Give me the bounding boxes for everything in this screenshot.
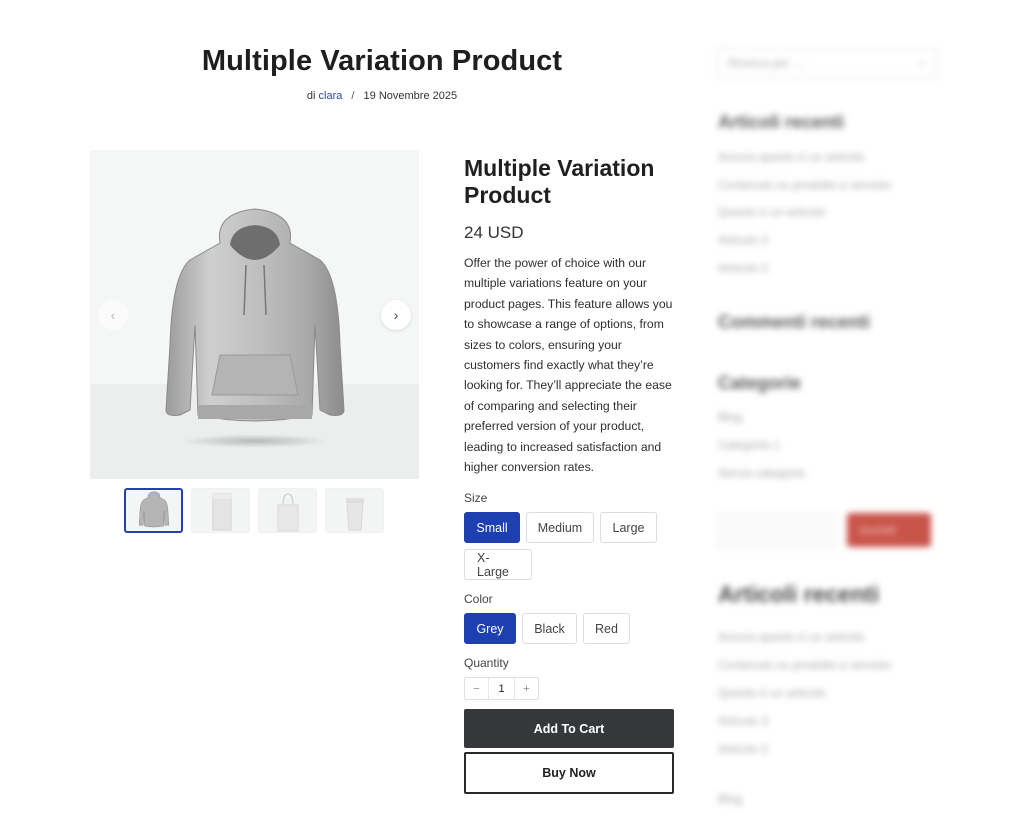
thumbnail-paper-bag-handles[interactable]	[258, 488, 317, 533]
hoodie-image	[165, 208, 345, 422]
size-option-medium[interactable]: Medium	[526, 512, 594, 543]
categories-heading: Categorie	[718, 373, 802, 393]
recent-posts-heading: Articoli recenti	[718, 112, 845, 132]
size-option-small[interactable]: Small	[464, 512, 520, 543]
gallery-prev-button[interactable]: ‹	[98, 300, 128, 330]
buy-now-button[interactable]: Buy Now	[464, 752, 674, 794]
gallery-thumbnails	[124, 488, 384, 533]
size-option-x-large[interactable]: X-Large	[464, 549, 532, 580]
size-selector: Size Small Medium Large X-Large	[464, 491, 684, 580]
chevron-left-icon: ‹	[110, 307, 116, 323]
product-description: Offer the power of choice with our multi…	[464, 256, 673, 475]
category-link[interactable]: Blog	[718, 410, 742, 424]
paper-cup-icon	[345, 498, 364, 531]
color-option-grey[interactable]: Grey	[464, 613, 516, 644]
product-price: 24 USD	[464, 223, 524, 242]
sidebar-form-input[interactable]	[718, 512, 836, 548]
meta-prefix: di	[306, 90, 316, 102]
product-summary: Multiple Variation Product 24 USD Offer …	[464, 155, 676, 477]
category-link[interactable]: Categoria 1	[718, 438, 780, 452]
quantity-decrease-button[interactable]: −	[465, 678, 488, 699]
thumbnail-paper-bag-front[interactable]	[191, 488, 250, 533]
sidebar-search-input[interactable]: Ricerca per … ⌕	[717, 48, 937, 78]
recent-post-link[interactable]: Articolo 2	[718, 742, 768, 756]
hoodie-thumb-icon	[138, 491, 169, 528]
recent-post-link[interactable]: Articolo 3	[718, 233, 768, 247]
quantity-selector: Quantity − 1 +	[464, 656, 684, 700]
thumbnail-paper-cup[interactable]	[325, 488, 384, 533]
product-gallery[interactable]: ‹ ›	[90, 150, 419, 479]
color-option-red[interactable]: Red	[583, 613, 630, 644]
search-icon[interactable]: ⌕	[919, 55, 926, 71]
recent-post-link[interactable]: Ancora questo è un articolo	[718, 630, 864, 644]
gallery-next-button[interactable]: ›	[381, 300, 411, 330]
shopping-bag-icon	[277, 493, 298, 532]
color-label: Color	[464, 592, 493, 606]
paper-bag-icon	[212, 493, 231, 531]
recent-comments-heading: Commenti recenti	[718, 312, 871, 332]
page-title: Multiple Variation Product	[201, 45, 563, 77]
recent-post-link[interactable]: Articolo 2	[718, 261, 768, 275]
sidebar-subscribe-button[interactable]: Iscriviti	[847, 513, 931, 547]
recent-post-link[interactable]: Questo è un articolo	[718, 205, 825, 219]
post-meta: di clara / 19 Novembre 2025	[90, 90, 674, 102]
recent-post-link[interactable]: Contenuto su prodotto e servizio	[718, 658, 891, 672]
quantity-increase-button[interactable]: +	[515, 678, 538, 699]
quantity-input[interactable]: 1	[488, 678, 515, 699]
recent-post-link[interactable]: Ancora questo è un articolo	[718, 150, 864, 164]
quantity-label: Quantity	[464, 656, 509, 670]
recent-posts-heading-2: Articoli recenti	[718, 581, 880, 607]
author-link[interactable]: clara	[319, 90, 343, 102]
product-title: Multiple Variation Product	[464, 155, 655, 208]
recent-post-link[interactable]: Contenuto su prodotto e servizio	[718, 178, 891, 192]
color-option-black[interactable]: Black	[522, 613, 577, 644]
chevron-right-icon: ›	[393, 307, 399, 323]
quantity-stepper: − 1 +	[464, 677, 539, 700]
size-label: Size	[464, 491, 488, 505]
meta-separator: /	[351, 90, 355, 102]
category-link[interactable]: Senza categoria	[718, 466, 805, 480]
color-selector: Color Grey Black Red	[464, 592, 684, 644]
recent-post-link[interactable]: Questo è un articolo	[718, 686, 825, 700]
add-to-cart-button[interactable]: Add To Cart	[464, 709, 674, 748]
thumbnail-hoodie[interactable]	[124, 488, 183, 533]
size-option-large[interactable]: Large	[600, 512, 657, 543]
footer-blog-link[interactable]: Blog	[718, 792, 742, 806]
search-placeholder: Ricerca per …	[728, 56, 805, 70]
recent-post-link[interactable]: Articolo 3	[718, 714, 768, 728]
sidebar: Ricerca per … ⌕ Articoli recenti Ancora …	[712, 40, 952, 818]
post-date: 19 Novembre 2025	[363, 90, 458, 102]
